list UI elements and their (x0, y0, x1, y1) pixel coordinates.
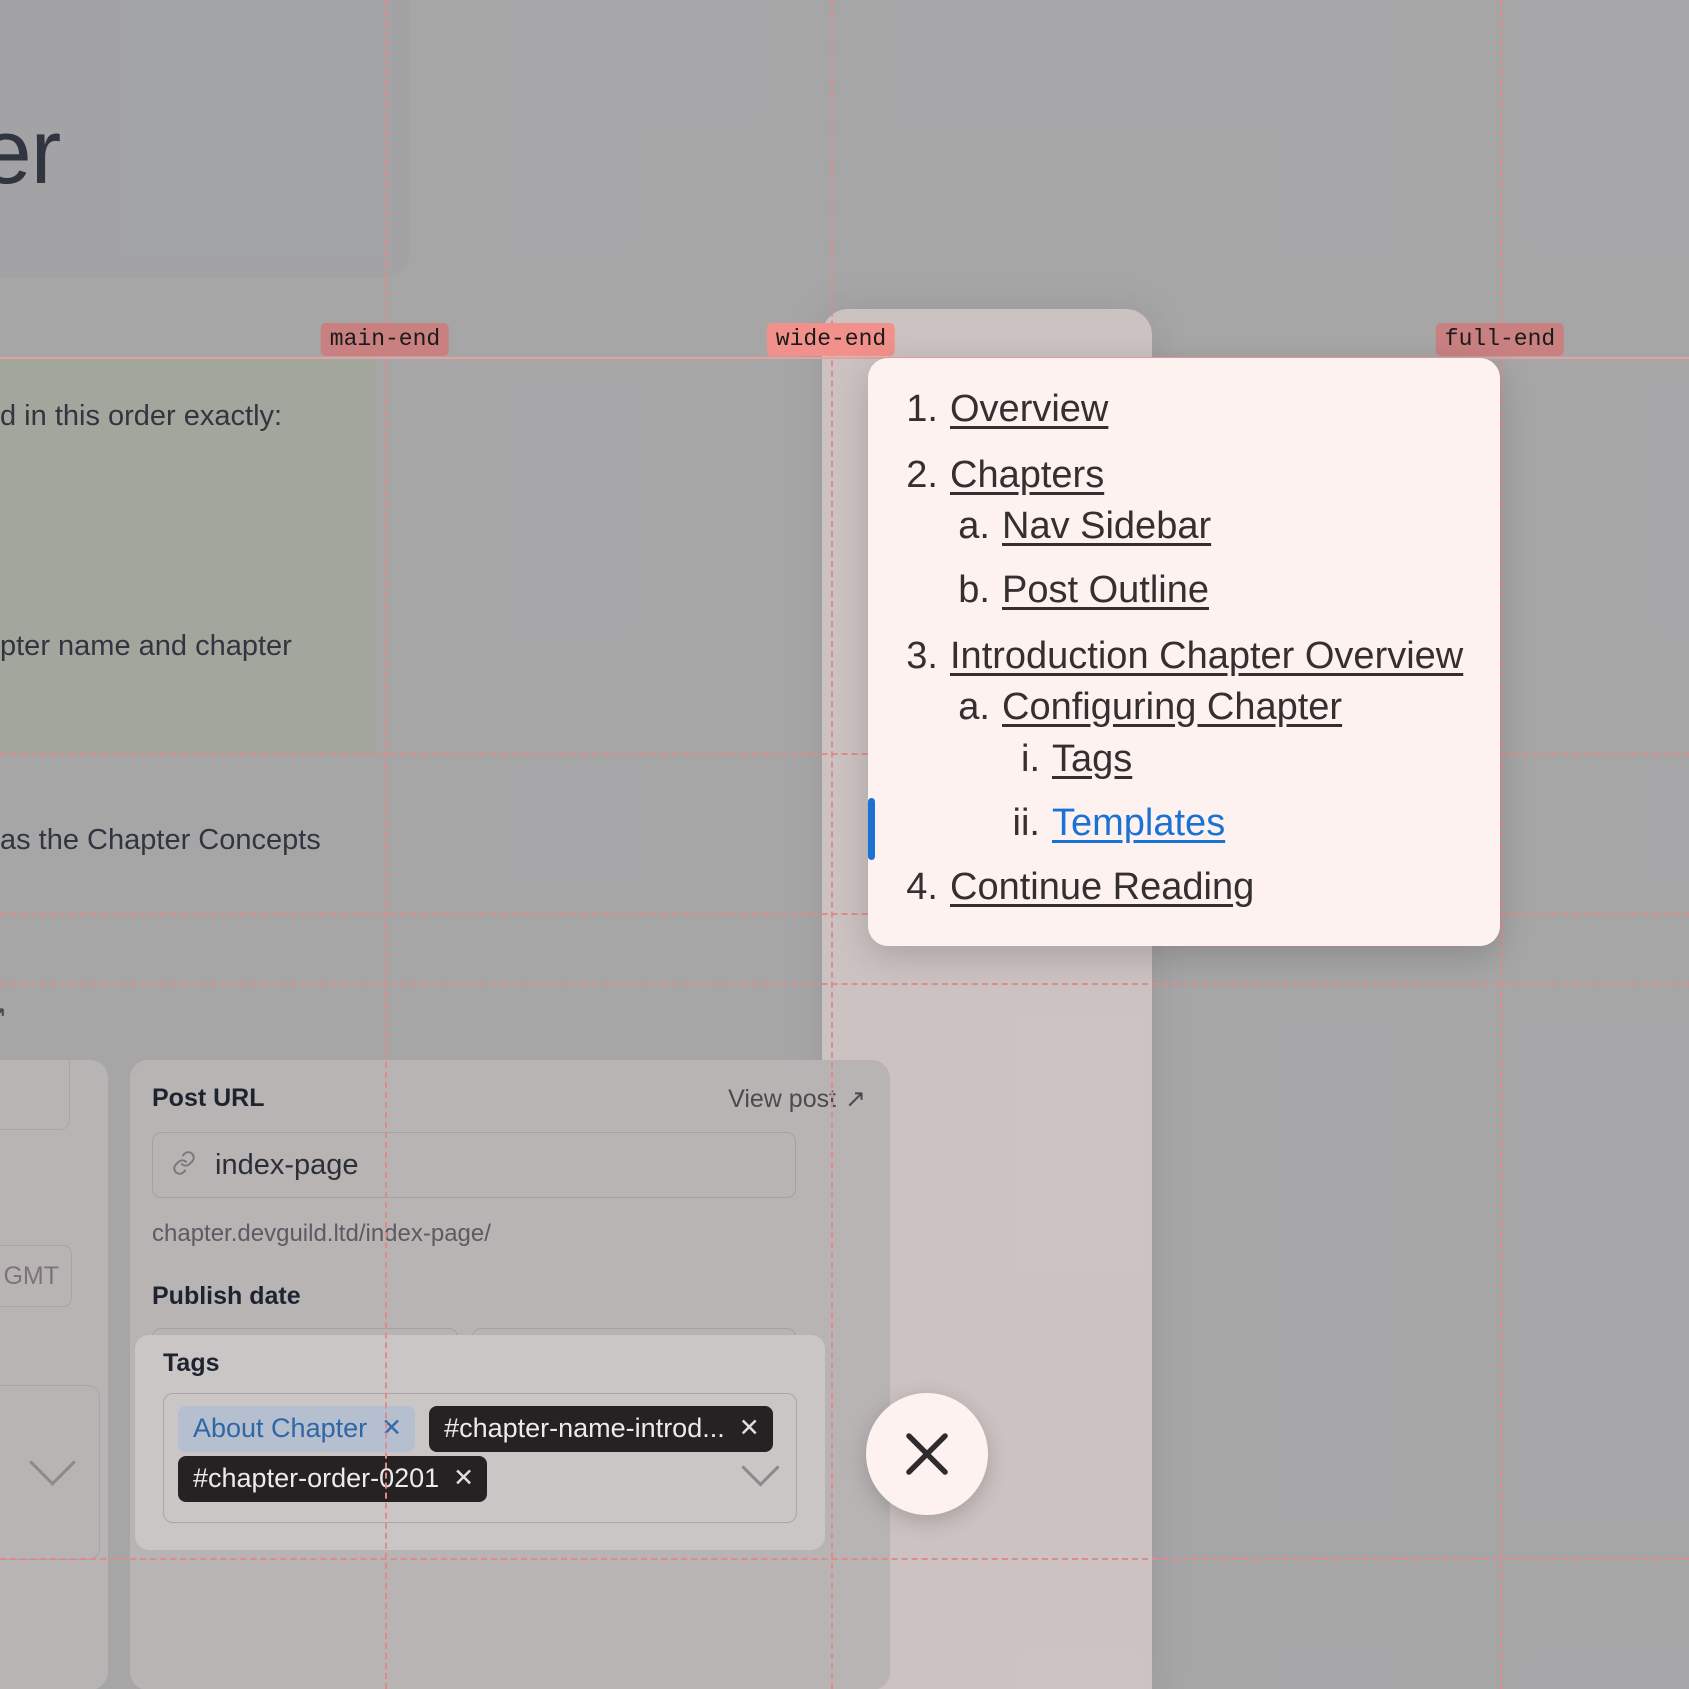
view-post-link[interactable]: View post ↗ (728, 1084, 866, 1114)
slug-input[interactable]: index-page (152, 1132, 796, 1198)
outline-item-post-outline[interactable]: b. Post Outline (948, 569, 1209, 612)
view-post-label: View post (728, 1084, 837, 1113)
side-settings-card (0, 1060, 108, 1689)
outline-item-marker: 1. (906, 388, 938, 430)
outline-item-configuring-chapter[interactable]: a. Configuring Chapter (948, 686, 1342, 729)
outline-item-label: Tags (1052, 738, 1133, 780)
outline-item-marker: 2. (906, 454, 938, 496)
url-preview: chapter.devguild.ltd/index-page/ (152, 1220, 491, 1247)
close-x-icon[interactable]: ✕ (739, 1416, 760, 1441)
tags-card: Tags About Chapter ✕ #chapter-name-intro… (135, 1335, 825, 1550)
slug-value: index-page (215, 1148, 359, 1181)
tag-chip[interactable]: About Chapter ✕ (178, 1406, 416, 1452)
outline-item-continue-reading[interactable]: 4. Continue Reading (896, 866, 1254, 909)
outline-item-introduction-chapter-overview[interactable]: 3. Introduction Chapter Overview (896, 635, 1463, 678)
post-outline-popup: 1. Overview 2. Chapters a. Nav Sidebar b… (868, 358, 1500, 946)
outline-item-marker: ii. (1012, 802, 1040, 844)
outline-item-marker: a. (958, 686, 990, 728)
outline-item-marker: a. (958, 505, 990, 547)
active-item-indicator (868, 798, 875, 860)
side-timezone-label: GMT (3, 1261, 59, 1290)
outline-item-marker: 3. (906, 635, 938, 677)
outline-item-nav-sidebar[interactable]: a. Nav Sidebar (948, 505, 1211, 548)
close-outline-button[interactable] (866, 1393, 988, 1515)
side-select-stub[interactable] (0, 1385, 100, 1560)
outline-item-overview[interactable]: 1. Overview (896, 388, 1108, 431)
close-x-icon (896, 1423, 958, 1485)
grid-label-main-end: main-end (320, 323, 450, 356)
chevron-down-icon (29, 1439, 76, 1486)
tag-chip[interactable]: #chapter-name-introd... ✕ (429, 1406, 773, 1452)
post-url-label: Post URL (152, 1084, 265, 1112)
side-timezone-field[interactable]: GMT (0, 1245, 72, 1307)
publish-date-label: Publish date (152, 1282, 301, 1310)
outline-item-chapters[interactable]: 2. Chapters (896, 454, 1104, 497)
tag-chip-label: #chapter-order-0201 (193, 1463, 440, 1493)
tags-label: Tags (163, 1349, 220, 1377)
outline-item-marker: b. (958, 569, 990, 611)
link-icon (171, 1150, 197, 1181)
background-text-line-1: d in this order exactly: (0, 400, 283, 432)
chevron-down-icon[interactable] (741, 1448, 780, 1487)
outline-item-label: Continue Reading (950, 866, 1255, 908)
grid-label-full-end: full-end (1435, 323, 1565, 356)
outline-item-label: Post Outline (1002, 569, 1209, 611)
page-title: Chapter (0, 101, 61, 203)
side-view-post-label: ost ↗ (0, 1000, 7, 1030)
outline-item-label: Introduction Chapter Overview (950, 635, 1464, 677)
outline-item-marker: 4. (906, 866, 938, 908)
tag-chip[interactable]: #chapter-order-0201 ✕ (178, 1456, 488, 1502)
outline-item-label: Configuring Chapter (1002, 686, 1343, 728)
grid-line-full-end (1500, 0, 1502, 1689)
outline-item-tags[interactable]: i. Tags (1000, 738, 1132, 781)
outline-item-label: Overview (950, 388, 1109, 430)
background-text-line-3: as the Chapter Concepts (0, 824, 321, 856)
tag-chip-label: #chapter-name-introd... (444, 1413, 725, 1443)
close-x-icon[interactable]: ✕ (381, 1416, 402, 1441)
outline-item-marker: i. (1021, 738, 1040, 780)
close-x-icon[interactable]: ✕ (453, 1466, 474, 1491)
page-root: Chapter d in this order exactly: pter na… (0, 0, 1689, 1689)
background-text-line-2: pter name and chapter (0, 630, 292, 662)
outline-item-label: Nav Sidebar (1002, 505, 1212, 547)
page-header-card: Chapter (0, 0, 410, 278)
outline-item-templates[interactable]: ii. Templates (994, 802, 1226, 845)
outline-item-label: Templates (1052, 802, 1226, 844)
outline-item-label: Chapters (950, 454, 1105, 496)
tags-input[interactable]: About Chapter ✕ #chapter-name-introd... … (163, 1393, 797, 1523)
side-field-stub[interactable] (0, 1040, 70, 1130)
external-link-icon: ↗ (845, 1085, 866, 1113)
tag-chip-label: About Chapter (193, 1413, 368, 1443)
